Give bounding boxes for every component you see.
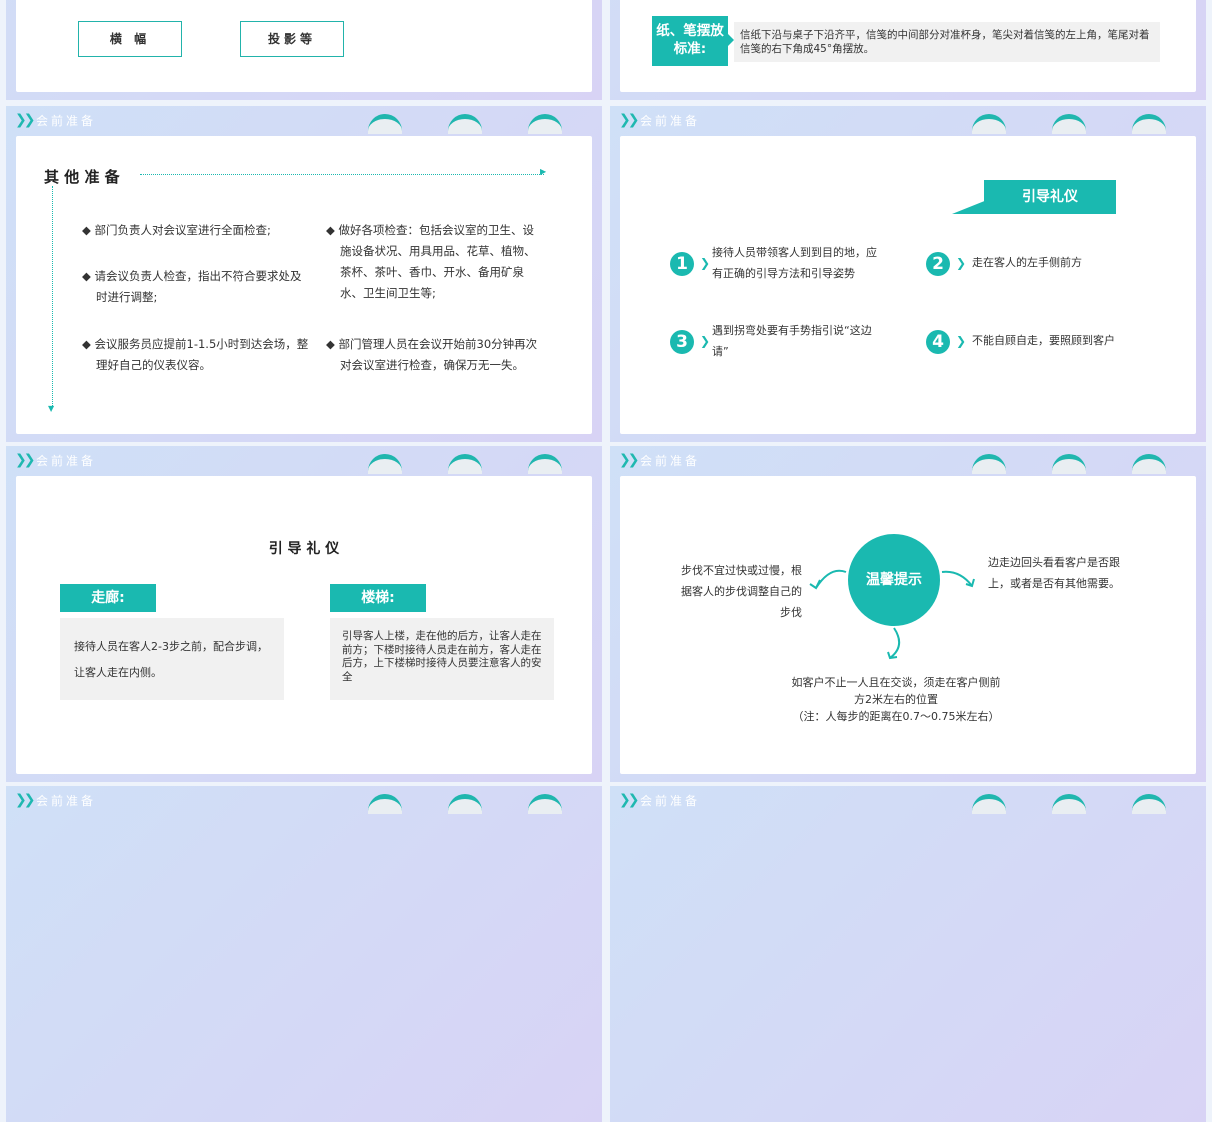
stairs-text: 引导客人上楼，走在他的后方，让客人走在前方；下楼时接待人员走在前方，客人走在后方… bbox=[330, 618, 554, 700]
slide-header: ❯❯ 会前准备 bbox=[610, 446, 1206, 474]
double-chevron-icon: ❯❯ bbox=[619, 112, 640, 128]
slide-header-title: 会前准备 bbox=[36, 794, 97, 808]
header-tabs bbox=[926, 454, 1166, 478]
header-tabs bbox=[322, 454, 562, 478]
step-number: 3 bbox=[670, 330, 694, 354]
right-item-text: 做好各项检查：包括会议室的卫生、设施设备状况、用具用品、花草、植物、茶杯、茶叶、… bbox=[338, 223, 536, 300]
header-tabs bbox=[926, 794, 1166, 818]
slide-guide-etiquette-corridor: ❯❯ 会前准备 引 导 礼 仪 走廊: 接待人员在客人2-3步之前，配合步调，让… bbox=[6, 446, 602, 782]
slide-header-title: 会前准备 bbox=[640, 454, 701, 468]
right-item: ◆ 部门管理人员在会议开始前30分钟再次对会议室进行检查，确保万无一失。 bbox=[326, 337, 538, 372]
corridor-label: 走廊: bbox=[60, 584, 156, 612]
banner-box: 横 幅 bbox=[78, 21, 182, 57]
chevron-right-icon: ❯ bbox=[956, 334, 967, 348]
slide-other-prep: ❯❯ 会前准备 其 他 准 备 ▶ ▼ ◆ 部门负责人对会议室进行全面检查; ◆… bbox=[6, 106, 602, 442]
paper-pen-text: 信纸下沿与桌子下沿齐平，信笺的中间部分对准杯身，笔尖对着信笺的左上角，笔尾对着信… bbox=[734, 22, 1160, 62]
left-item: ◆ 会议服务员应提前1-1.5小时到达会场，整理好自己的仪表仪容。 bbox=[82, 337, 309, 372]
arrow-down-icon: ▼ bbox=[48, 404, 55, 413]
chevron-right-icon: ❯ bbox=[956, 256, 967, 270]
slide-guide-etiquette-list: ❯❯ 会前准备 引导礼仪 1 ❯ 接待人员带领客人到到目的地，应有正确的引导方法… bbox=[610, 106, 1206, 442]
double-chevron-icon: ❯❯ bbox=[619, 792, 640, 808]
slide-body: 其 他 准 备 ▶ ▼ ◆ 部门负责人对会议室进行全面检查; ◆ 请会议负责人检… bbox=[16, 136, 592, 434]
projection-box: 投影等 bbox=[240, 21, 344, 57]
step-text: 不能自顾自走，要照顾到客户 bbox=[972, 334, 1115, 347]
chevron-right-icon: ❯ bbox=[700, 334, 711, 348]
slide-warm-tips: ❯❯ 会前准备 温馨提示 步伐不宜过快或过慢，根据客人的步伐调整自己的步伐 边走… bbox=[610, 446, 1206, 782]
double-chevron-icon: ❯❯ bbox=[15, 792, 36, 808]
step-text: 接待人员带领客人到到目的地，应有正确的引导方法和引导姿势 bbox=[712, 246, 877, 280]
step-number: 2 bbox=[926, 252, 950, 276]
chevron-right-icon: ❯ bbox=[700, 256, 711, 270]
slide-header-title: 会前准备 bbox=[640, 114, 701, 128]
slide-header: ❯❯ 会前准备 bbox=[6, 786, 602, 814]
slide-body: 温馨提示 步伐不宜过快或过慢，根据客人的步伐调整自己的步伐 边走边回头看看客户是… bbox=[620, 476, 1196, 774]
section-badge: 引导礼仪 bbox=[984, 180, 1116, 214]
left-item: ◆ 请会议负责人检查，指出不符合要求处及时进行调整; bbox=[82, 269, 302, 304]
tip-left: 步伐不宜过快或过慢，根据客人的步伐调整自己的步伐 bbox=[681, 564, 802, 619]
tip-bottom: 如客户不止一人且在交谈，须走在客户侧前方2米左右的位置 bbox=[791, 676, 1001, 706]
stairs-label: 楼梯: bbox=[330, 584, 426, 612]
slide-top-left: 横 幅 投影等 bbox=[6, 0, 602, 100]
tip-right: 边走边回头看看客户是否跟上，或者是否有其他需要。 bbox=[988, 556, 1120, 590]
slide-header: ❯❯ 会前准备 bbox=[610, 786, 1206, 814]
dotted-rule-vertical bbox=[52, 186, 53, 408]
left-item-text: 会议服务员应提前1-1.5小时到达会场，整理好自己的仪表仪容。 bbox=[94, 337, 309, 372]
left-item: ◆ 部门负责人对会议室进行全面检查; bbox=[82, 223, 271, 237]
slide-top-right: 纸、笔摆放标准: 信纸下沿与桌子下沿齐平，信笺的中间部分对准杯身，笔尖对着信笺的… bbox=[610, 0, 1206, 100]
header-tabs bbox=[322, 794, 562, 818]
step-number: 1 bbox=[670, 252, 694, 276]
right-item-text: 部门管理人员在会议开始前30分钟再次对会议室进行检查，确保万无一失。 bbox=[338, 337, 538, 372]
slide-header-title: 会前准备 bbox=[640, 794, 701, 808]
tip-note: （注：人每步的距离在0.7～0.75米左右） bbox=[792, 710, 1000, 723]
slide-body: 引导礼仪 1 ❯ 接待人员带领客人到到目的地，应有正确的引导方法和引导姿势 2 … bbox=[620, 136, 1196, 434]
section-heading: 其 他 准 备 bbox=[44, 168, 120, 186]
header-tabs bbox=[926, 114, 1166, 138]
right-item: ◆ 做好各项检查：包括会议室的卫生、设施设备状况、用具用品、花草、植物、茶杯、茶… bbox=[326, 223, 536, 300]
slide-header-title: 会前准备 bbox=[36, 114, 97, 128]
left-item-text: 部门负责人对会议室进行全面检查; bbox=[94, 223, 271, 237]
step-text: 遇到拐弯处要有手势指引说“这边请” bbox=[712, 324, 872, 358]
slide-bottom-right: ❯❯ 会前准备 bbox=[610, 786, 1206, 1122]
slide-header-title: 会前准备 bbox=[36, 454, 97, 468]
slide-bottom-left: ❯❯ 会前准备 bbox=[6, 786, 602, 1122]
slide-body: 引 导 礼 仪 走廊: 接待人员在客人2-3步之前，配合步调，让客人走在内侧。 … bbox=[16, 476, 592, 774]
slide-header: ❯❯ 会前准备 bbox=[610, 106, 1206, 134]
corridor-text: 接待人员在客人2-3步之前，配合步调，让客人走在内侧。 bbox=[60, 618, 284, 700]
step-number: 4 bbox=[926, 330, 950, 354]
dotted-rule-horizontal bbox=[140, 174, 544, 175]
slide-header: ❯❯ 会前准备 bbox=[6, 446, 602, 474]
header-tabs bbox=[322, 114, 562, 138]
paper-pen-label: 纸、笔摆放标准: bbox=[652, 16, 728, 66]
section-heading: 引 导 礼 仪 bbox=[268, 541, 340, 557]
arrow-right-icon: ▶ bbox=[540, 167, 547, 176]
slide-header: ❯❯ 会前准备 bbox=[6, 106, 602, 134]
left-item-text: 请会议负责人检查，指出不符合要求处及时进行调整; bbox=[94, 269, 302, 304]
double-chevron-icon: ❯❯ bbox=[15, 452, 36, 468]
step-text: 走在客人的左手侧前方 bbox=[972, 256, 1082, 269]
double-chevron-icon: ❯❯ bbox=[619, 452, 640, 468]
curved-arrows bbox=[809, 569, 975, 660]
double-chevron-icon: ❯❯ bbox=[15, 112, 36, 128]
